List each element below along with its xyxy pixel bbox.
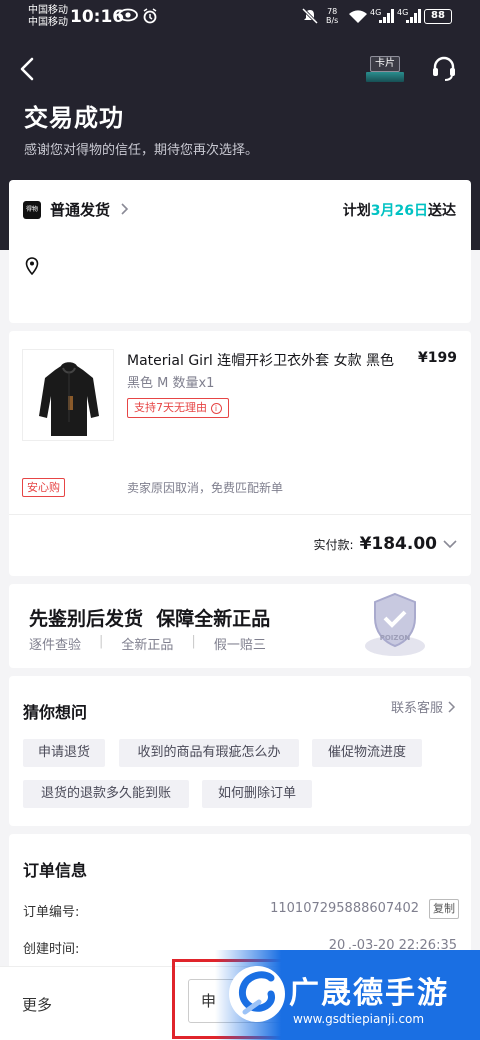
back-button[interactable] [16, 56, 40, 82]
create-time-label: 创建时间: [23, 942, 80, 957]
order-no-label: 订单编号: [23, 905, 80, 920]
product-image[interactable] [22, 349, 114, 441]
signal-1-icon [379, 9, 394, 23]
product-card: Material Girl 连帽开衫卫衣外套 女款 黑色 ¥199 黑色 M 数… [9, 331, 471, 576]
contact-service-link[interactable]: 联系客服 [391, 697, 457, 716]
page-title: 交易成功 [24, 104, 124, 132]
delivery-plan: 计划3月26日送达 [343, 200, 456, 220]
banner-headline: 先鉴别后发货 保障全新正品 [29, 608, 271, 630]
plan-prefix: 计划 [342, 203, 371, 219]
eye-icon [118, 8, 138, 22]
seal-text: POIZON [380, 634, 411, 642]
delivery-card: 得物 普通发货 计划3月26日送达 [9, 180, 471, 323]
page-subtitle: 感谢您对得物的信任，期待您再次选择。 [24, 143, 259, 158]
net-speed-unit: B/s [326, 16, 339, 25]
chevron-right-icon [448, 700, 456, 713]
poizon-seal-icon: POIZON [365, 592, 425, 656]
return-policy-label: 支持7天无理由 [134, 401, 207, 414]
copy-button[interactable]: 复制 [429, 899, 459, 919]
net-speed: 78 B/s [326, 7, 338, 25]
apply-button-label: 申 [201, 992, 217, 1010]
faq-chip[interactable]: 催促物流进度 [312, 739, 422, 767]
return-policy-badge[interactable]: 支持7天无理由 i [127, 398, 229, 418]
clock: 10:16 [70, 7, 125, 27]
carrier-info: 中国移动 中国移动 [28, 5, 68, 29]
more-button[interactable]: 更多 [22, 994, 52, 1015]
battery-icon: 88 [424, 9, 452, 24]
feature-inspect: 逐件查验 [29, 638, 82, 653]
faq-chip[interactable]: 收到的商品有瑕疵怎么办 [119, 739, 299, 767]
chevron-right-icon[interactable] [120, 202, 130, 216]
customer-service-icon[interactable] [430, 54, 458, 82]
feature-compensate: 假一赔三 [213, 638, 266, 653]
location-pin-icon [25, 257, 39, 275]
card-button[interactable]: 卡片 [366, 54, 404, 86]
info-icon: i [210, 402, 222, 414]
faq-chip[interactable]: 退货的退款多久能到账 [23, 780, 189, 808]
paid-label: 实付款: [313, 537, 354, 552]
chevron-down-icon [443, 540, 457, 549]
dewu-logo-icon: 得物 [23, 201, 41, 219]
faq-chip[interactable]: 如何删除订单 [202, 780, 312, 808]
product-price: ¥199 [418, 350, 457, 366]
safe-purchase-note: 卖家原因取消，免费匹配新单 [127, 481, 284, 495]
divider [9, 514, 471, 515]
delivery-method[interactable]: 普通发货 [50, 199, 110, 220]
watermark-brand: 广晟德手游 [289, 976, 449, 1011]
paid-amount-row[interactable]: 实付款: ¥184.00 [314, 534, 457, 554]
net-speed-value: 78 [327, 7, 338, 16]
wifi-icon [349, 10, 367, 23]
signal-2-icon [406, 9, 421, 23]
carrier-2: 中国移动 [28, 17, 68, 28]
faq-title: 猜你想问 [23, 703, 88, 722]
faq-card: 猜你想问 联系客服 申请退货 收到的商品有瑕疵怎么办 催促物流进度 退货的退款多… [9, 676, 471, 826]
status-bar: 中国移动 中国移动 10:16 78 B/s 4G 4G 88 [0, 0, 480, 36]
hoodie-image [39, 362, 99, 436]
watermark-url: www.gsdtiepianji.com [293, 1012, 425, 1026]
watermark-logo-icon [229, 966, 285, 1022]
safe-purchase-badge: 安心购 [22, 478, 65, 497]
paid-amount: ¥184.00 [359, 534, 437, 554]
card-label: 卡片 [370, 56, 400, 72]
watermark-banner: 广晟德手游 www.gsdtiepianji.com [215, 950, 480, 1040]
plan-suffix: 送达 [428, 203, 456, 219]
banner-features: 逐件查验 | 全新正品 | 假一赔三 [29, 634, 266, 653]
plan-date: 3月26日 [370, 203, 428, 219]
order-info-title: 订单信息 [23, 861, 88, 880]
order-no-value: 110107295888607402 [270, 901, 419, 916]
card-base [366, 72, 404, 82]
faq-chip[interactable]: 申请退货 [23, 739, 105, 767]
alarm-icon [143, 8, 157, 24]
product-spec: 黑色 M 数量x1 [127, 376, 215, 391]
product-name[interactable]: Material Girl 连帽开衫卫衣外套 女款 黑色 [127, 350, 417, 370]
feature-genuine: 全新正品 [121, 638, 174, 653]
authenticity-banner[interactable]: 先鉴别后发货 保障全新正品 逐件查验 | 全新正品 | 假一赔三 POIZON [9, 584, 471, 668]
contact-service-label: 联系客服 [390, 701, 443, 716]
mute-icon [302, 8, 318, 24]
carrier-1: 中国移动 [28, 5, 68, 16]
